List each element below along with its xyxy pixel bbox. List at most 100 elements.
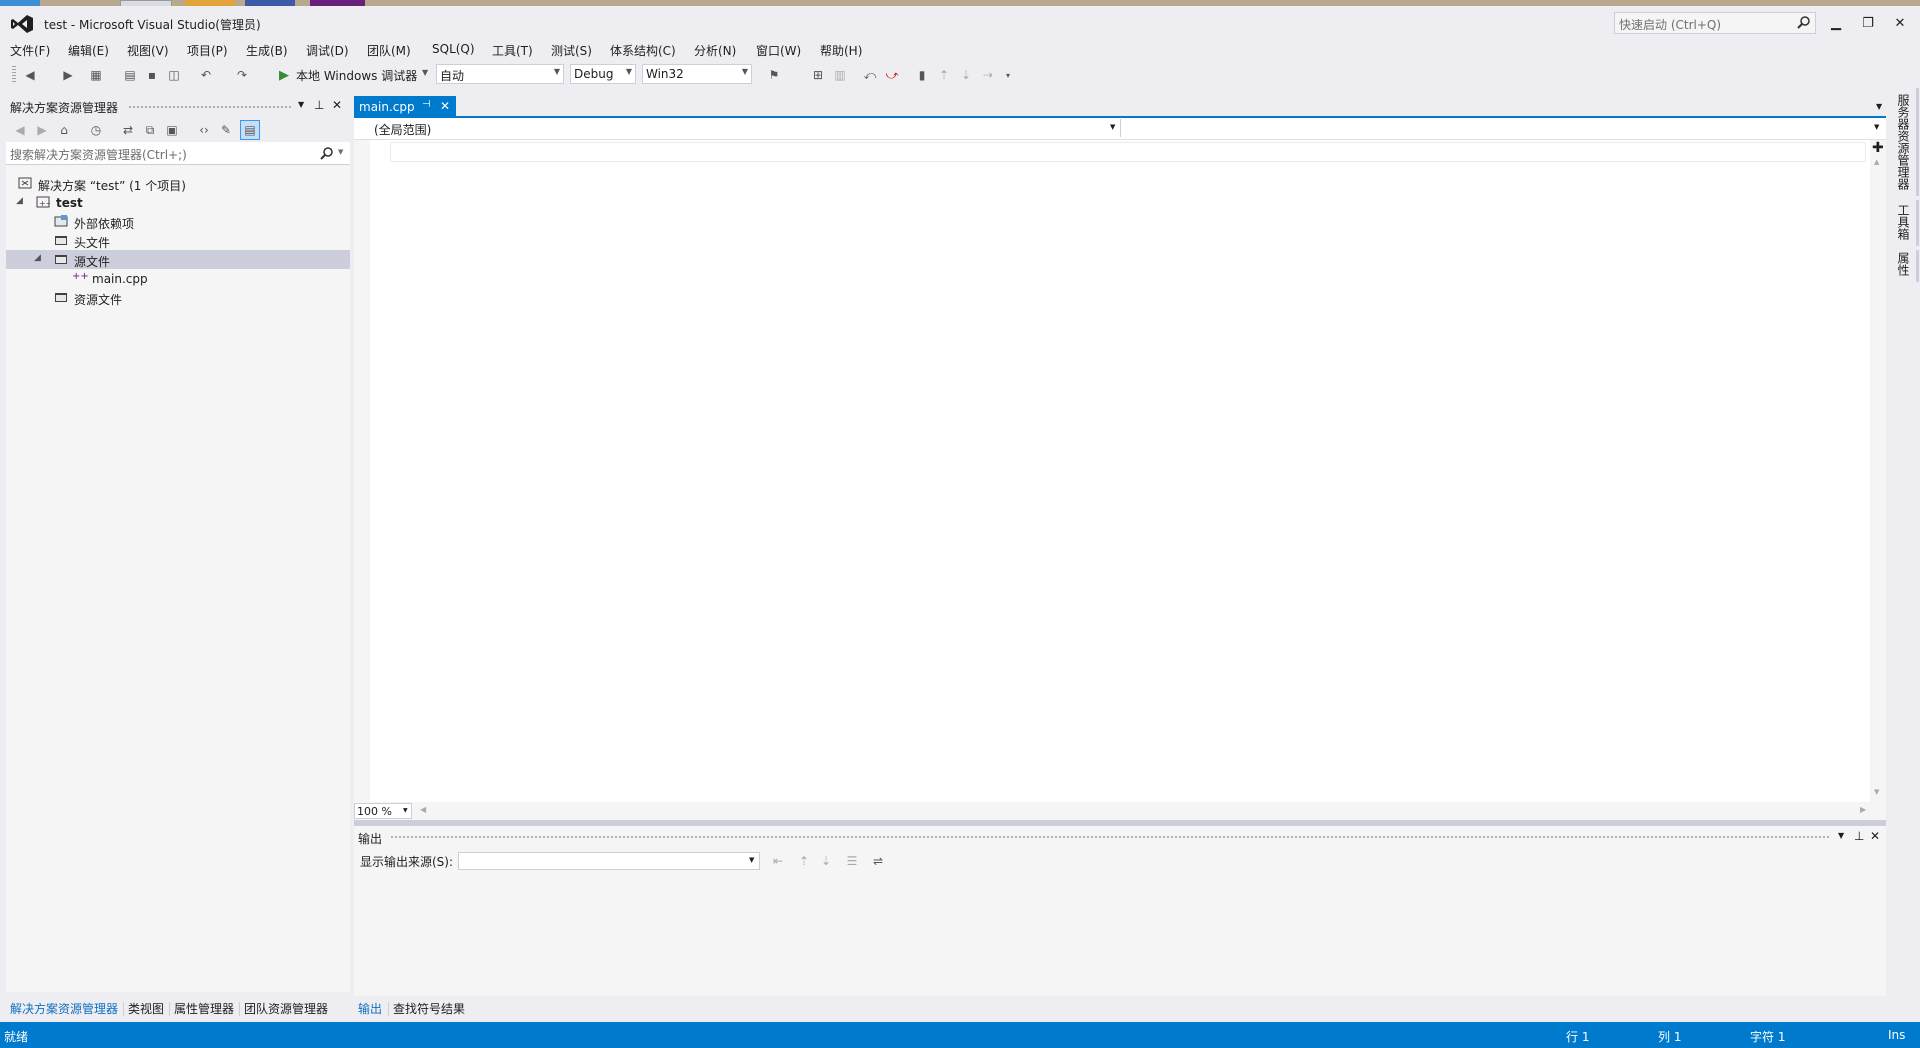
menu-window[interactable]: 窗口(W) <box>756 40 801 61</box>
collapse-all-icon[interactable]: ⧉ <box>142 122 158 138</box>
vertical-scrollbar[interactable]: ✚ ▲ ▼ <box>1870 140 1886 802</box>
scroll-right-icon[interactable]: ▶ <box>1860 805 1866 814</box>
zoom-select[interactable]: 100 % ▼ <box>354 803 412 819</box>
local-debugger-button[interactable]: 本地 Windows 调试器 <box>296 67 417 84</box>
next-message-icon[interactable]: ⇣ <box>818 853 834 869</box>
properties-icon[interactable]: ✎ <box>218 122 234 138</box>
solution-config-icon[interactable]: ▥ <box>832 67 848 83</box>
clear-all-icon[interactable]: ☰ <box>844 853 860 869</box>
menu-file[interactable]: 文件(F) <box>10 40 50 61</box>
uncomment-icon[interactable]: ⤻ <box>884 67 900 83</box>
menu-tools[interactable]: 工具(T) <box>492 40 533 61</box>
find-in-files-icon[interactable]: ⊞ <box>810 67 826 83</box>
sync-icon[interactable]: ⇄ <box>120 122 136 138</box>
bookmark-icon[interactable]: ▮ <box>914 67 930 83</box>
tree-sources[interactable]: ◢ 源文件 <box>6 250 350 269</box>
pending-changes-filter-icon[interactable]: ◷ <box>88 122 104 138</box>
comment-icon[interactable]: ⤺ <box>862 67 878 83</box>
menu-architecture[interactable]: 体系结构(C) <box>610 40 676 61</box>
tab-solution-explorer[interactable]: 解决方案资源管理器 <box>10 1000 118 1017</box>
tree-project[interactable]: ◢ ++ test <box>6 193 350 212</box>
restore-button[interactable]: ❐ <box>1854 14 1882 34</box>
back-icon[interactable]: ◀ <box>12 122 28 138</box>
search-options-icon[interactable]: ▼ <box>338 148 343 156</box>
panel-menu-icon[interactable]: ▼ <box>1838 831 1844 840</box>
split-icon[interactable]: ✚ <box>1872 140 1884 156</box>
view-code-icon[interactable]: ‹› <box>196 122 212 138</box>
rail-tab-server-explorer[interactable]: 服务器资源管理器 <box>1892 94 1912 190</box>
save-all-icon[interactable]: ◫ <box>166 67 182 83</box>
expand-arrow-icon[interactable]: ◢ <box>16 196 23 206</box>
menu-edit[interactable]: 编辑(E) <box>68 40 109 61</box>
rail-tab-properties[interactable]: 属性 <box>1892 252 1912 276</box>
rail-tab-toolbox[interactable]: 工具箱 <box>1892 204 1912 240</box>
menu-debug[interactable]: 调试(D) <box>306 40 349 61</box>
forward-icon[interactable]: ▶ <box>34 122 50 138</box>
scroll-down-icon[interactable]: ▼ <box>1874 788 1879 796</box>
minimize-button[interactable]: ▁ <box>1822 14 1850 34</box>
panel-menu-icon[interactable]: ▼ <box>298 100 304 109</box>
back-icon[interactable]: ◀ <box>22 67 38 83</box>
tab-find-symbol-results[interactable]: 查找符号结果 <box>393 1000 465 1017</box>
pin-icon[interactable]: ⊥ <box>314 98 324 112</box>
tab-class-view[interactable]: 类视图 <box>128 1000 164 1017</box>
prev-bookmark-icon[interactable]: ⇡ <box>936 67 952 83</box>
tree-external-deps[interactable]: 外部依赖项 <box>6 212 350 231</box>
redo-icon[interactable]: ↷ <box>234 67 250 83</box>
expand-arrow-icon[interactable]: ◢ <box>34 253 41 263</box>
output-source-select[interactable]: ▼ <box>458 852 760 870</box>
menu-help[interactable]: 帮助(H) <box>820 40 862 61</box>
start-debugging-icon[interactable]: ▶ <box>276 67 292 83</box>
find-message-icon[interactable]: ⇤ <box>770 853 786 869</box>
tab-output[interactable]: 输出 <box>358 1000 382 1017</box>
word-wrap-icon[interactable]: ⇌ <box>870 853 886 869</box>
code-editor[interactable] <box>354 140 1870 802</box>
member-select[interactable]: ▼ <box>1122 119 1886 137</box>
forward-icon[interactable]: ▶ <box>60 67 76 83</box>
tab-property-manager[interactable]: 属性管理器 <box>174 1000 234 1017</box>
scroll-up-icon[interactable]: ▲ <box>1874 158 1879 166</box>
tree-solution[interactable]: 解决方案 “test” (1 个项目) <box>6 174 350 193</box>
clear-bookmarks-icon[interactable]: ⇢ <box>980 67 996 83</box>
open-file-icon[interactable]: ▤ <box>122 67 138 83</box>
home-icon[interactable]: ⌂ <box>56 122 72 138</box>
config-auto-select[interactable]: 自动 ▼ <box>436 64 564 84</box>
header-grip[interactable] <box>390 835 1830 840</box>
tab-overflow-icon[interactable]: ▼ <box>1876 102 1882 111</box>
indicator-margin[interactable] <box>354 140 370 802</box>
close-icon[interactable]: ✕ <box>332 98 342 112</box>
preview-selected-icon[interactable]: ▤ <box>240 120 260 140</box>
next-bookmark-icon[interactable]: ⇣ <box>958 67 974 83</box>
pin-icon[interactable]: ⊥ <box>1854 829 1864 843</box>
tab-team-explorer[interactable]: 团队资源管理器 <box>244 1000 328 1017</box>
tree-resources[interactable]: 资源文件 <box>6 288 350 307</box>
undo-icon[interactable]: ↶ <box>198 67 214 83</box>
config-debug-select[interactable]: Debug ▼ <box>570 64 636 84</box>
scroll-left-icon[interactable]: ◀ <box>420 805 426 814</box>
tree-headers[interactable]: 头文件 <box>6 231 350 250</box>
menu-view[interactable]: 视图(V) <box>127 40 169 61</box>
menu-test[interactable]: 测试(S) <box>551 40 592 61</box>
prev-message-icon[interactable]: ⇡ <box>796 853 812 869</box>
toolbar-grip[interactable] <box>12 66 16 84</box>
close-window-button[interactable]: ✕ <box>1886 14 1914 34</box>
scope-select[interactable]: (全局范围) ▼ <box>354 119 1121 137</box>
tab-main-cpp[interactable]: main.cpp ⊣ ✕ <box>354 96 456 118</box>
new-project-icon[interactable]: ▦ <box>88 67 104 83</box>
close-icon[interactable]: ✕ <box>1870 829 1880 843</box>
header-grip[interactable] <box>128 105 292 110</box>
solution-search-input[interactable]: 搜索解决方案资源管理器(Ctrl+;) ▼ <box>6 142 350 165</box>
quick-launch-input[interactable]: 快速启动 (Ctrl+Q) <box>1614 12 1816 34</box>
menu-analyze[interactable]: 分析(N) <box>694 40 736 61</box>
toolbar-overflow-icon[interactable]: ▾ <box>1000 67 1016 83</box>
show-all-files-icon[interactable]: ▣ <box>164 122 180 138</box>
pin-icon[interactable]: ⊣ <box>422 99 431 110</box>
tree-main-cpp[interactable]: ++ main.cpp <box>6 269 350 288</box>
menu-sql[interactable]: SQL(Q) <box>432 40 475 58</box>
attach-icon[interactable]: ⚑ <box>766 67 782 83</box>
debugger-dropdown-icon[interactable]: ▼ <box>422 68 428 77</box>
close-tab-icon[interactable]: ✕ <box>440 99 450 113</box>
menu-build[interactable]: 生成(B) <box>246 40 288 61</box>
platform-select[interactable]: Win32 ▼ <box>642 64 752 84</box>
menu-project[interactable]: 项目(P) <box>187 40 228 61</box>
